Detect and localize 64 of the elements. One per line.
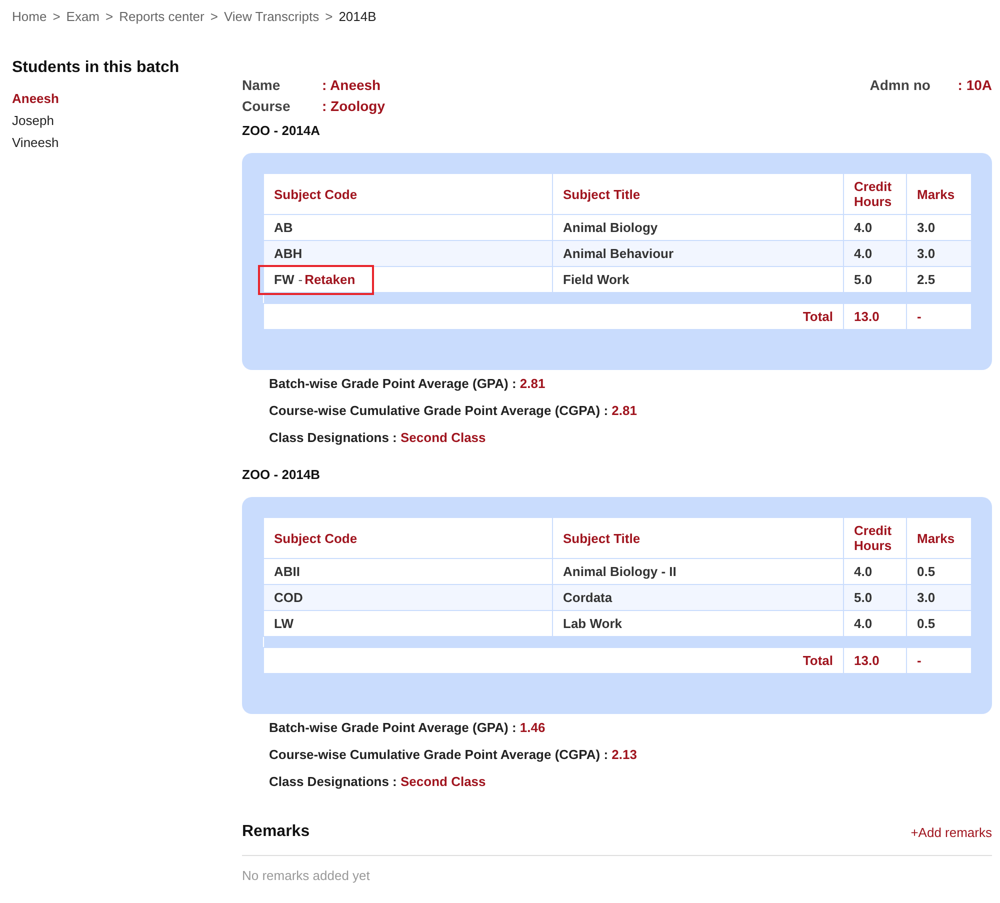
- field-label: Admn no: [870, 77, 932, 95]
- stat-label: Class Designations :: [269, 774, 397, 789]
- field-label: Course: [242, 98, 292, 114]
- column-header: Marks: [906, 518, 972, 558]
- column-header: Marks: [906, 174, 972, 214]
- subject-code: AB: [274, 220, 293, 235]
- stat-label: Batch-wise Grade Point Average (GPA) :: [269, 720, 516, 735]
- field-value: : Zoology: [322, 98, 385, 114]
- stat-value: 2.81: [520, 376, 546, 391]
- breadcrumb-link[interactable]: Home: [12, 9, 47, 29]
- sidebar-title: Students in this batch: [12, 59, 180, 77]
- subject-code: FW: [274, 272, 294, 287]
- field-label: Name: [242, 77, 282, 93]
- breadcrumb-separator: >: [210, 9, 218, 26]
- total-label: Total: [264, 648, 844, 674]
- breadcrumb-separator: >: [106, 9, 114, 26]
- stat-value: 2.13: [612, 747, 637, 762]
- batch-title: ZOO - 2014B: [242, 467, 322, 482]
- table-cell: 13.0: [844, 304, 906, 330]
- column-header: Credit Hours: [844, 518, 906, 558]
- stat-value: 2.81: [612, 403, 637, 418]
- table-cell: -: [906, 648, 972, 674]
- subject-code: ABH: [274, 246, 302, 261]
- stat-label: Class Designations :: [269, 430, 397, 445]
- breadcrumb-separator: >: [52, 9, 60, 26]
- student-link[interactable]: Aneesh: [12, 91, 242, 106]
- table-cell: Animal Behaviour: [552, 240, 844, 266]
- table-cell: -: [906, 304, 972, 330]
- table-cell: 4.0: [844, 240, 906, 266]
- subject-code: COD: [274, 590, 303, 605]
- field-value: : Aneesh: [322, 77, 381, 93]
- stat-label: Batch-wise Grade Point Average (GPA) :: [269, 376, 516, 391]
- student-link[interactable]: Vineesh: [12, 135, 242, 150]
- stat-label: Course-wise Cumulative Grade Point Average (CGPA) :: [269, 747, 608, 762]
- add-remarks-link[interactable]: +Add remarks: [910, 824, 992, 840]
- retake-separator: -: [298, 272, 303, 287]
- stat-value: 1.46: [520, 720, 546, 735]
- breadcrumb-link[interactable]: Exam: [66, 9, 100, 29]
- table-cell: Cordata: [552, 584, 844, 610]
- table-cell: 3.0: [906, 584, 972, 610]
- field-value: : 10A: [958, 77, 992, 95]
- column-header: Credit Hours: [844, 174, 906, 214]
- student-link[interactable]: Joseph: [12, 113, 242, 128]
- column-header: Subject Title: [552, 174, 844, 214]
- batch-title: ZOO - 2014A: [242, 123, 322, 138]
- breadcrumb-separator: >: [325, 9, 333, 26]
- breadcrumb-link[interactable]: Reports center: [119, 9, 204, 29]
- stat-value: Second Class: [400, 430, 486, 445]
- column-header: Subject Code: [264, 518, 552, 558]
- subject-code: LW: [274, 616, 294, 631]
- table-cell: 3.0: [906, 240, 972, 266]
- column-header: Subject Code: [264, 174, 552, 214]
- table-cell: 13.0: [844, 648, 906, 674]
- column-header: Subject Title: [552, 518, 844, 558]
- breadcrumb-link[interactable]: View Transcripts: [224, 9, 320, 29]
- subject-code: ABII: [274, 564, 300, 579]
- retaken-note: Retaken: [304, 272, 356, 287]
- stat-value: Second Class: [400, 774, 486, 789]
- empty-message: No remarks added yet: [242, 868, 371, 883]
- total-label: Total: [264, 304, 844, 330]
- stat-label: Course-wise Cumulative Grade Point Average (CGPA) :: [269, 403, 608, 418]
- remarks-title: Remarks: [242, 823, 310, 841]
- table-cell: 5.0: [844, 584, 906, 610]
- breadcrumb-current: 2014B: [338, 9, 376, 26]
